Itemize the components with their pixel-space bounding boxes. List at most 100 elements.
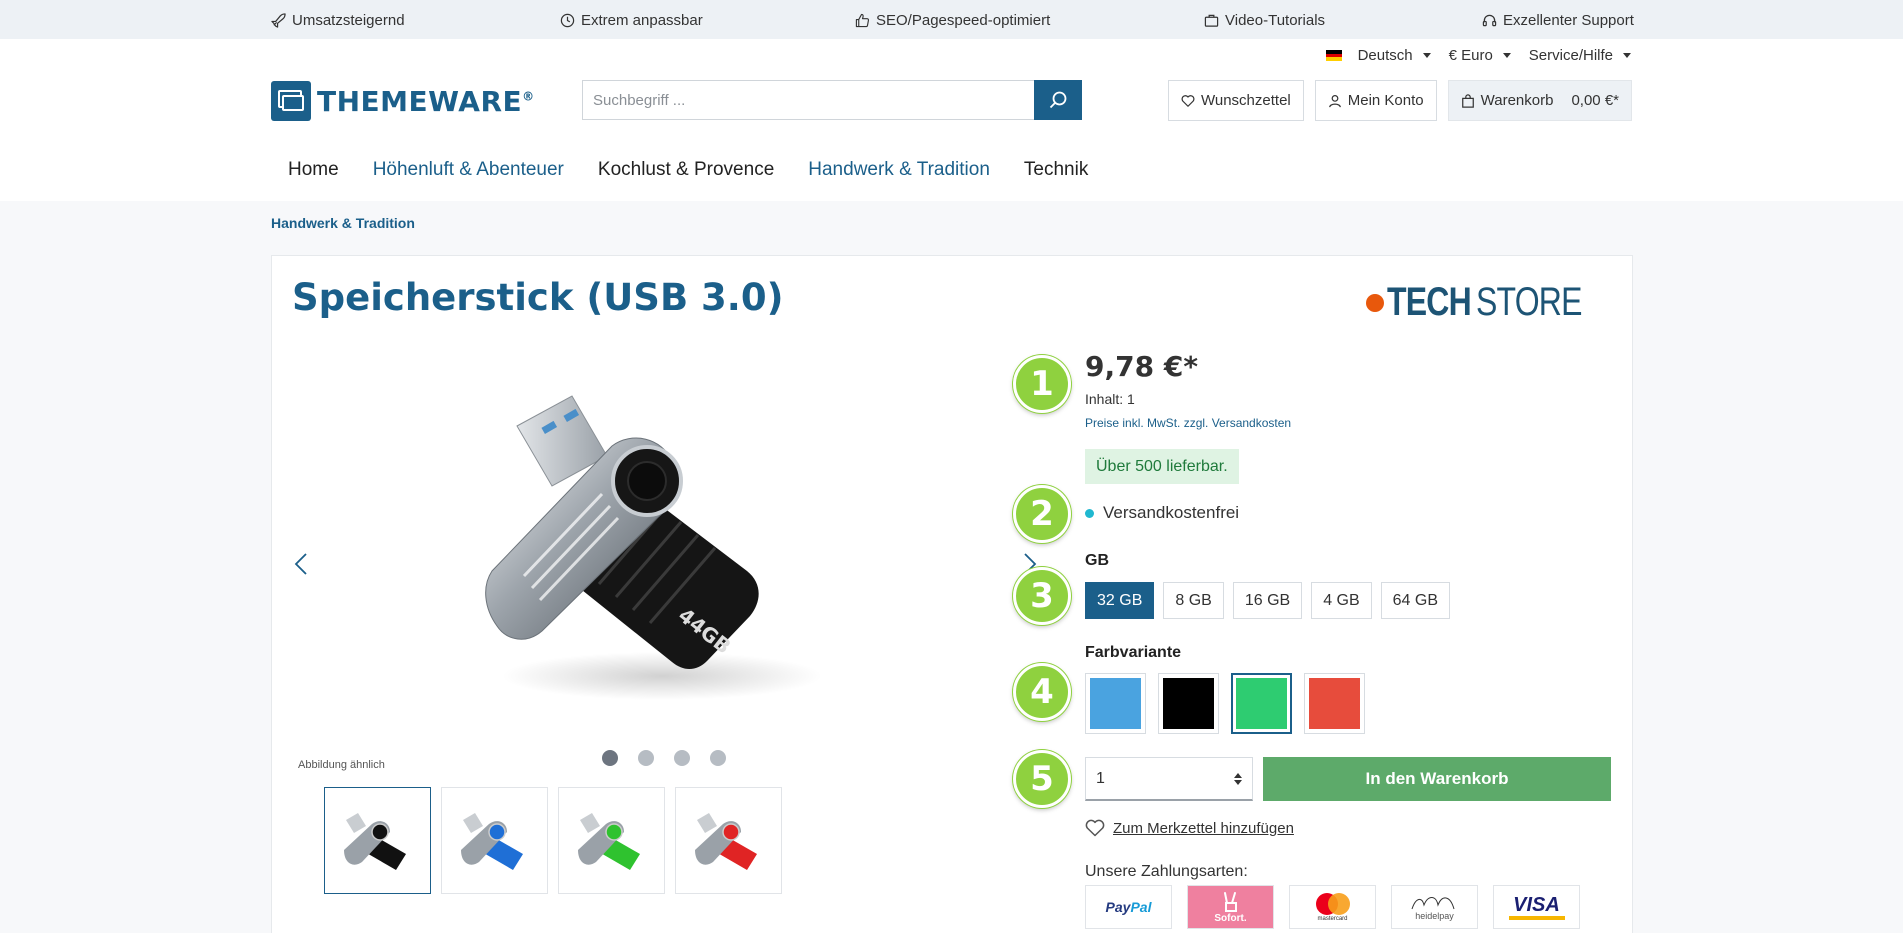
select-arrows-icon [1234,772,1242,785]
tax-shipping-link[interactable]: Preise inkl. MwSt. zzgl. Versandkosten [1085,416,1291,430]
color-options [1085,673,1365,734]
logo[interactable]: THEMEWARE® [271,81,535,121]
quantity-select[interactable]: 1 [1085,757,1253,801]
status-dot-icon [1085,508,1094,518]
gb-option-label: GB [1085,552,1109,569]
peace-hand-icon [1223,891,1237,912]
product-main-image[interactable]: 44GB [472,386,842,716]
brand-logo[interactable]: TECH STORE [1366,280,1608,325]
thumbnail-black[interactable] [324,787,431,894]
mastercard-circles-icon [1315,893,1350,915]
headset-icon [1482,14,1497,27]
search-input[interactable] [582,80,1034,120]
thumbs-up-icon [855,13,870,28]
step-marker: 2 [1013,485,1071,543]
payment-methods: Pay Pal Sofort. mastercard heidelpay VISA [1085,885,1580,929]
brand-logo-text: STORE [1475,280,1582,324]
usp-item: Exzellenter Support [1482,12,1634,29]
stock-badge: Über 500 lieferbar. [1085,449,1239,484]
chevron-down-icon [1422,53,1431,58]
main-nav: Home Höhenluft & Abenteuer Kochlust & Pr… [271,159,1105,181]
quantity-value: 1 [1096,769,1105,787]
nav-item-kochlust[interactable]: Kochlust & Provence [581,159,791,181]
usp-label: Umsatzsteigernd [292,12,405,29]
gallery-dot[interactable] [674,750,690,766]
gb-options: 32 GB 8 GB 16 GB 4 GB 64 GB [1085,582,1451,619]
language-switcher[interactable]: Deutsch [1325,47,1431,64]
step-marker: 1 [1013,355,1071,413]
product-title: Speicherstick (USB 3.0) [292,276,784,319]
cart-total: 0,00 €* [1571,92,1619,109]
thumbnail-green[interactable] [558,787,665,894]
usp-label: Exzellenter Support [1503,12,1634,29]
thumbnail-blue[interactable] [441,787,548,894]
usp-item: Extrem anpassbar [560,12,703,29]
nav-item-technik[interactable]: Technik [1007,159,1105,181]
service-label: Service/Hilfe [1528,47,1613,64]
breadcrumb[interactable]: Handwerk & Tradition [271,215,415,231]
usp-item: SEO/Pagespeed-optimiert [855,12,1050,29]
gb-option[interactable]: 32 GB [1085,582,1155,619]
image-note: Abbildung ähnlich [298,759,385,771]
paypal-logo: Pay Pal [1085,885,1172,929]
heidelpay-logo: heidelpay [1391,885,1478,929]
gb-option[interactable]: 8 GB [1163,582,1224,619]
heart-icon [1181,94,1195,107]
step-marker: 5 [1013,750,1071,808]
shipping-label: Versandkostenfrei [1103,503,1240,522]
gb-option[interactable]: 16 GB [1232,582,1303,619]
nav-item-hoehenluft[interactable]: Höhenluft & Abenteuer [356,159,581,181]
gallery-dot[interactable] [710,750,726,766]
color-swatch-black[interactable] [1158,673,1219,734]
gb-option[interactable]: 64 GB [1380,582,1451,619]
gallery-dots [602,750,726,766]
gallery-prev-button[interactable] [294,552,308,581]
heart-icon [1085,819,1105,837]
account-button[interactable]: Mein Konto [1314,80,1437,121]
shipping-info: Versandkostenfrei [1085,503,1239,523]
add-to-cart-button[interactable]: In den Warenkorb [1263,757,1611,801]
usp-label: Extrem anpassbar [581,12,703,29]
wishlist-button[interactable]: Wunschzettel [1167,80,1304,121]
header-actions: Wunschzettel Mein Konto Warenkorb 0,00 €… [1167,80,1632,121]
thumbnail-red[interactable] [675,787,782,894]
gb-option[interactable]: 4 GB [1311,582,1372,619]
color-swatch-blue[interactable] [1085,673,1146,734]
language-label: Deutsch [1357,47,1413,64]
logo-text: THEMEWARE® [317,84,535,118]
wishlist-add-label: Zum Merkzettel hinzufügen [1113,819,1294,837]
search-button[interactable] [1034,80,1082,120]
visa-logo: VISA [1493,885,1580,929]
color-swatch-green[interactable] [1231,673,1292,734]
meta-nav: Deutsch € Euro Service/Hilfe [1325,47,1631,64]
account-label: Mein Konto [1347,92,1424,109]
payment-methods-label: Unsere Zahlungsarten: [1085,863,1248,880]
wishlist-label: Wunschzettel [1200,92,1291,109]
german-flag-icon [1325,50,1342,62]
search-icon [1049,91,1067,109]
product-content: Inhalt: 1 [1085,391,1135,407]
usp-item: Umsatzsteigernd [271,12,405,29]
color-swatch-red[interactable] [1304,673,1365,734]
search-form [582,80,1082,120]
usp-label: SEO/Pagespeed-optimiert [876,12,1051,29]
mastercard-logo: mastercard [1289,885,1376,929]
brand-logo-text: TECH [1387,280,1472,324]
currency-switcher[interactable]: € Euro [1449,47,1511,64]
usp-bar: Umsatzsteigernd Extrem anpassbar SEO/Pag… [0,0,1903,39]
rocket-icon [271,13,286,28]
logo-mark-icon [271,81,311,121]
shopping-bag-icon [1461,93,1474,108]
nav-item-home[interactable]: Home [271,159,356,181]
briefcase-icon [1204,14,1219,27]
add-to-wishlist-link[interactable]: Zum Merkzettel hinzufügen [1085,819,1294,837]
service-menu[interactable]: Service/Hilfe [1529,47,1631,64]
gallery-dot[interactable] [602,750,618,766]
currency-label: € Euro [1448,47,1493,64]
clock-icon [560,13,575,28]
gallery-dot[interactable] [638,750,654,766]
user-icon [1328,94,1341,107]
header: Deutsch € Euro Service/Hilfe THEMEWARE® … [0,39,1903,201]
cart-button[interactable]: Warenkorb 0,00 €* [1447,80,1632,121]
nav-item-handwerk[interactable]: Handwerk & Tradition [791,159,1007,181]
